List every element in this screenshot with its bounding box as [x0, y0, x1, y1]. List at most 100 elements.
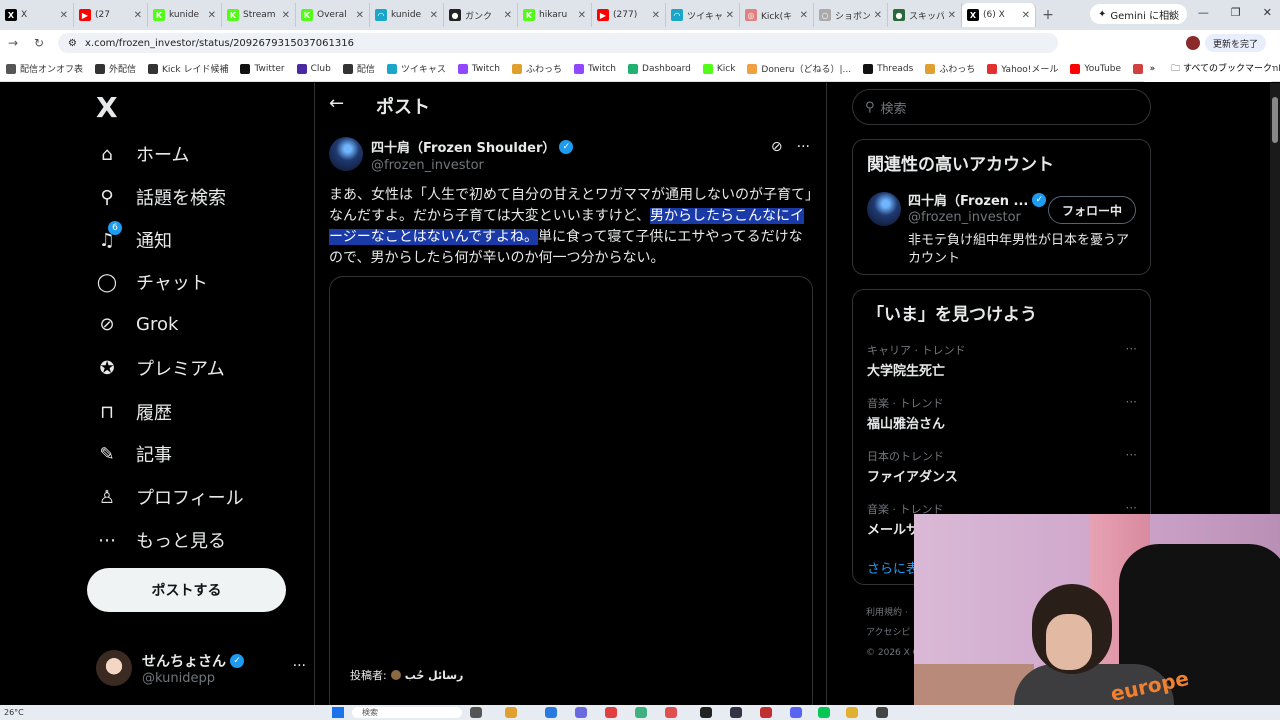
- browser-tab[interactable]: ◠ kunide ✕: [370, 3, 444, 27]
- tab-close-icon[interactable]: ✕: [726, 10, 734, 21]
- explorer-icon[interactable]: [505, 707, 517, 718]
- more-icon[interactable]: ···: [797, 139, 810, 155]
- x-logo[interactable]: X: [96, 91, 118, 124]
- discord-icon[interactable]: [790, 707, 802, 718]
- show-more-link[interactable]: さらに表: [867, 558, 919, 577]
- app-icon[interactable]: [635, 707, 647, 718]
- browser-tab[interactable]: ● ガンク ✕: [444, 3, 518, 27]
- app-icon[interactable]: [665, 707, 677, 718]
- more-icon[interactable]: ···: [1126, 395, 1137, 409]
- site-info-icon[interactable]: ⚙: [68, 38, 77, 49]
- browser-tab[interactable]: ▶ (27 ✕: [74, 3, 148, 27]
- browser-tab[interactable]: Kkunide ✕: [148, 3, 222, 27]
- tab-close-icon[interactable]: ✕: [578, 10, 586, 21]
- search-input[interactable]: ⚲ 検索: [852, 89, 1151, 125]
- more-icon[interactable]: ···: [1126, 448, 1137, 462]
- app-icon[interactable]: [700, 707, 712, 718]
- more-icon[interactable]: ···: [293, 658, 306, 674]
- poster-name[interactable]: رسائل حُب: [405, 669, 464, 682]
- bookmark-item[interactable]: Doneru（どねる）|...: [747, 62, 851, 75]
- edge-icon[interactable]: [545, 707, 557, 718]
- browser-tab[interactable]: K Overal ✕: [296, 3, 370, 27]
- related-avatar[interactable]: [867, 192, 901, 226]
- bookmark-item[interactable]: 配信オンオフ表: [6, 62, 83, 75]
- post-button[interactable]: ポストする: [87, 568, 286, 612]
- chrome-icon[interactable]: [605, 707, 617, 718]
- related-handle[interactable]: @frozen_investor: [908, 210, 1021, 225]
- taskbar-search[interactable]: 検索: [352, 707, 462, 718]
- bookmark-item[interactable]: Club: [296, 63, 331, 74]
- tab-close-icon[interactable]: ✕: [356, 10, 364, 21]
- sidebar-item[interactable]: ◯ チャット: [96, 269, 208, 295]
- close-icon[interactable]: ✕: [1263, 6, 1272, 19]
- tab-close-icon[interactable]: ✕: [1022, 10, 1030, 21]
- browser-tab[interactable]: K Stream ✕: [222, 3, 296, 27]
- minimize-icon[interactable]: —: [1198, 6, 1209, 19]
- browser-tab[interactable]: ◠ ツイキャ ✕: [666, 3, 740, 27]
- bookmark-item[interactable]: Threads: [863, 63, 913, 74]
- line-icon[interactable]: [818, 707, 830, 718]
- sidebar-item[interactable]: ⋯ もっと見る: [96, 527, 226, 553]
- app-icon[interactable]: [760, 707, 772, 718]
- start-icon[interactable]: [332, 707, 344, 718]
- back-arrow-icon[interactable]: ←: [329, 93, 344, 114]
- bookmark-item[interactable]: Yahoo!メール: [987, 62, 1058, 75]
- tab-close-icon[interactable]: ✕: [504, 10, 512, 21]
- bookmark-item[interactable]: 配信: [342, 62, 375, 75]
- url-field[interactable]: ⚙ x.com/frozen_investor/status/209267931…: [58, 33, 1058, 53]
- author-name[interactable]: 四十肩（Frozen Shoulder）: [371, 137, 555, 156]
- tab-close-icon[interactable]: ✕: [652, 10, 660, 21]
- following-button[interactable]: フォロー中: [1048, 196, 1136, 224]
- video-player[interactable]: 投稿者: رسائل حُب: [329, 276, 813, 716]
- teams-icon[interactable]: [575, 707, 587, 718]
- footer-link[interactable]: 利用規約 ·: [866, 603, 919, 623]
- sidebar-item[interactable]: ⌂ ホーム: [96, 141, 189, 167]
- back-icon[interactable]: →: [0, 36, 26, 50]
- sidebar-item[interactable]: ✪ プレミアム: [96, 355, 224, 381]
- bookmark-item[interactable]: 外配信: [95, 62, 136, 75]
- steam-icon[interactable]: [730, 707, 742, 718]
- bookmark-item[interactable]: Twitch: [573, 63, 616, 74]
- browser-tab[interactable]: X (6) X ✕: [962, 3, 1036, 27]
- bookmark-item[interactable]: Dashboard: [628, 63, 691, 74]
- sidebar-item[interactable]: ⊘ Grok: [96, 313, 178, 335]
- reload-icon[interactable]: ↻: [26, 36, 52, 50]
- browser-tab[interactable]: ● スキッパ ✕: [888, 3, 962, 27]
- footer-link[interactable]: アクセシビ: [866, 623, 919, 643]
- grok-icon[interactable]: ⊘: [771, 139, 783, 155]
- update-button[interactable]: 更新を完了: [1204, 34, 1266, 52]
- maximize-icon[interactable]: ❐: [1231, 6, 1241, 19]
- tab-close-icon[interactable]: ✕: [430, 10, 438, 21]
- bookmark-item[interactable]: Kick レイド候補: [148, 62, 228, 75]
- browser-tab[interactable]: ▶ (277) ✕: [592, 3, 666, 27]
- tab-close-icon[interactable]: ✕: [282, 10, 290, 21]
- author-avatar[interactable]: [329, 137, 363, 171]
- more-icon[interactable]: ···: [1126, 501, 1137, 515]
- chevron-down-icon[interactable]: ⌄: [1167, 6, 1176, 19]
- bookmark-item[interactable]: Kick: [702, 63, 735, 74]
- sidebar-item[interactable]: ♫ 通知 6: [96, 221, 172, 253]
- browser-tab[interactable]: X X ✕: [0, 3, 74, 27]
- scrollbar-thumb[interactable]: [1272, 97, 1278, 143]
- new-tab-button[interactable]: +: [1036, 7, 1060, 23]
- tab-close-icon[interactable]: ✕: [800, 10, 808, 21]
- sidebar-item[interactable]: ♙ プロフィール: [96, 484, 244, 510]
- app-icon[interactable]: [876, 707, 888, 718]
- trend-item[interactable]: キャリア · トレンド 大学院生死亡 ···: [867, 342, 1137, 379]
- sidebar-item[interactable]: ⊓ 履歴: [96, 399, 172, 425]
- bookmarks-overflow[interactable]: »: [1150, 64, 1156, 74]
- weather-temp[interactable]: 26°C: [4, 708, 24, 717]
- sidebar-item[interactable]: ⚲ 話題を検索: [96, 184, 226, 210]
- profile-avatar[interactable]: [1186, 36, 1200, 50]
- all-bookmarks[interactable]: 🗀 すべてのブックマーク: [1171, 61, 1272, 77]
- tab-close-icon[interactable]: ✕: [208, 10, 216, 21]
- browser-tab[interactable]: Khikaru ✕: [518, 3, 592, 27]
- browser-tab[interactable]: ◎ Kick(キ ✕: [740, 3, 814, 27]
- bookmark-item[interactable]: ふわっち: [511, 62, 562, 75]
- browser-tab[interactable]: ○ ショボン ✕: [814, 3, 888, 27]
- tab-close-icon[interactable]: ✕: [874, 10, 882, 21]
- related-name[interactable]: 四十肩（Frozen ...: [908, 190, 1028, 209]
- author-handle[interactable]: @frozen_investor: [371, 158, 573, 173]
- bookmark-item[interactable]: ふわっち: [925, 62, 975, 75]
- sidebar-item[interactable]: ✎ 記事: [96, 441, 172, 467]
